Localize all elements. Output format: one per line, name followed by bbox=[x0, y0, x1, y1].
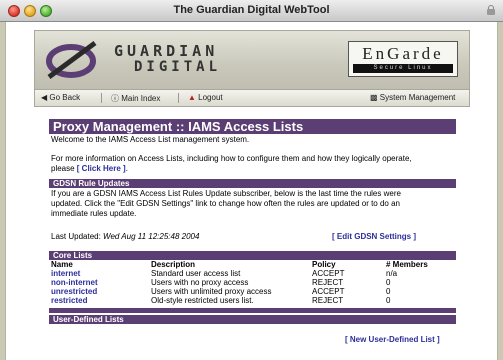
list-members: 0 bbox=[386, 278, 391, 287]
core-lists-section-header: Core Lists bbox=[49, 251, 456, 260]
app-header: GUARDIAN DIGITAL EnGarde Secure Linux bbox=[34, 30, 470, 90]
window-titlebar[interactable]: The Guardian Digital WebTool bbox=[0, 0, 503, 22]
edit-gdsn-settings-link[interactable]: [ Edit GDSN Settings ] bbox=[332, 232, 416, 241]
info-circle-icon: ⓘ bbox=[111, 94, 119, 103]
list-link-unrestricted[interactable]: unrestricted bbox=[51, 287, 97, 296]
nav-divider bbox=[178, 93, 179, 103]
list-description: Old-style restricted users list. bbox=[151, 296, 254, 305]
product-name: EnGarde bbox=[362, 44, 444, 63]
info-text-line-2: please [ Click Here ]. bbox=[51, 164, 128, 173]
list-members: n/a bbox=[386, 269, 398, 278]
logout-link[interactable]: ▲ Logout bbox=[188, 93, 223, 102]
list-link-restricted[interactable]: restricted bbox=[51, 296, 87, 305]
system-management-link[interactable]: ▩ System Management bbox=[370, 93, 455, 102]
list-members: 0 bbox=[386, 296, 391, 305]
welcome-text: Welcome to the IAMS Access List manageme… bbox=[51, 135, 250, 144]
lock-icon bbox=[487, 5, 495, 15]
list-description: Users with no proxy access bbox=[151, 278, 249, 287]
column-header-policy: Policy bbox=[312, 260, 336, 269]
section-divider bbox=[49, 308, 456, 313]
last-updated: Last Updated: Wed Aug 11 12:25:48 2004 bbox=[51, 232, 200, 241]
list-policy: REJECT bbox=[312, 296, 344, 305]
nav-bar: ◀ Go Back ⓘ Main Index ▲ Logout ▩ System… bbox=[34, 90, 470, 107]
list-link-internet[interactable]: internet bbox=[51, 269, 80, 278]
list-description: Users with unlimited proxy access bbox=[151, 287, 272, 296]
new-user-defined-list-link[interactable]: [ New User-Defined List ] bbox=[345, 335, 440, 344]
up-arrow-icon: ▲ bbox=[188, 93, 196, 102]
gdsn-text-line-1: If you are a GDSN IAMS Access List Rules… bbox=[51, 189, 401, 198]
user-defined-section-header: User-Defined Lists bbox=[49, 315, 456, 324]
column-header-description: Description bbox=[151, 260, 196, 269]
page-content: GUARDIAN DIGITAL EnGarde Secure Linux ◀ … bbox=[5, 22, 498, 360]
list-policy: ACCEPT bbox=[312, 287, 345, 296]
list-policy: REJECT bbox=[312, 278, 344, 287]
list-description: Standard user access list bbox=[151, 269, 241, 278]
gdsn-section-header: GDSN Rule Updates bbox=[49, 179, 456, 188]
main-index-link[interactable]: ⓘ Main Index bbox=[111, 93, 160, 104]
click-here-link[interactable]: [ Click Here ] bbox=[77, 164, 126, 173]
guardian-digital-logo-icon bbox=[46, 40, 97, 80]
engarde-logo: EnGarde Secure Linux bbox=[348, 41, 458, 77]
page-title: Proxy Management :: IAMS Access Lists bbox=[49, 119, 456, 134]
list-members: 0 bbox=[386, 287, 391, 296]
last-updated-value: Wed Aug 11 12:25:48 2004 bbox=[103, 232, 200, 241]
list-link-non-internet[interactable]: non-internet bbox=[51, 278, 98, 287]
monitor-icon: ▩ bbox=[370, 93, 378, 102]
column-header-members: # Members bbox=[386, 260, 428, 269]
brand-line-1: GUARDIAN bbox=[114, 42, 219, 60]
list-policy: ACCEPT bbox=[312, 269, 345, 278]
nav-divider bbox=[101, 93, 102, 103]
left-arrow-icon: ◀ bbox=[41, 93, 48, 102]
column-header-name: Name bbox=[51, 260, 73, 269]
product-subtitle: Secure Linux bbox=[353, 64, 453, 73]
window-title: The Guardian Digital WebTool bbox=[173, 4, 330, 16]
info-text-line-1: For more information on Access Lists, in… bbox=[51, 154, 412, 163]
go-back-link[interactable]: ◀ Go Back bbox=[41, 93, 80, 102]
main-panel: Proxy Management :: IAMS Access Lists We… bbox=[49, 119, 456, 355]
brand-line-2: DIGITAL bbox=[134, 59, 222, 75]
gdsn-text-line-2: updated. Click the "Edit GDSN Settings" … bbox=[51, 199, 400, 208]
gdsn-text-line-3: immediate rules update. bbox=[51, 209, 137, 218]
